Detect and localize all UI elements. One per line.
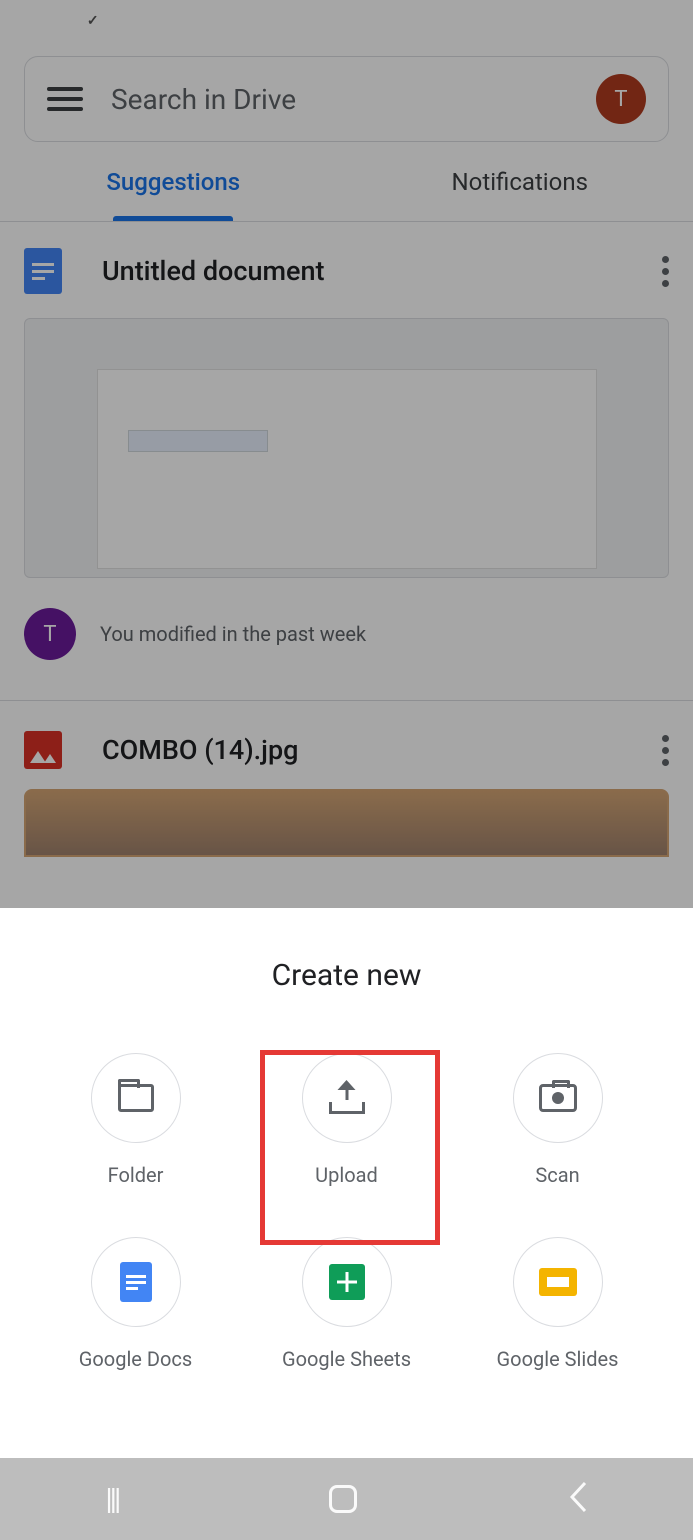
status-time: 20:45 bbox=[20, 9, 75, 34]
more-options-icon[interactable] bbox=[662, 735, 669, 766]
slides-icon bbox=[539, 1268, 577, 1296]
sheets-icon bbox=[329, 1264, 365, 1300]
camera-icon bbox=[539, 1084, 577, 1112]
file-meta: You modified in the past week bbox=[100, 622, 366, 646]
file-preview[interactable] bbox=[24, 789, 669, 857]
tab-bar: Suggestions Notifications bbox=[0, 142, 693, 222]
file-item[interactable]: Untitled document T You modified in the … bbox=[0, 222, 693, 660]
file-preview[interactable] bbox=[24, 318, 669, 578]
image-file-icon bbox=[24, 731, 62, 769]
checkbox-icon: ✓ bbox=[83, 12, 103, 31]
docs-icon bbox=[120, 1262, 152, 1302]
modifier-avatar: T bbox=[24, 608, 76, 660]
create-sheets-button[interactable]: Google Sheets bbox=[241, 1237, 452, 1371]
recents-button[interactable]: ||| bbox=[105, 1482, 118, 1517]
network-icon: 4G bbox=[575, 16, 590, 26]
sheet-title: Create new bbox=[30, 958, 663, 993]
signal-icon bbox=[596, 12, 614, 30]
create-docs-button[interactable]: Google Docs bbox=[30, 1237, 241, 1371]
menu-icon[interactable] bbox=[47, 87, 83, 111]
create-slides-button[interactable]: Google Slides bbox=[452, 1237, 663, 1371]
folder-icon bbox=[118, 1084, 154, 1112]
file-title: COMBO (14).jpg bbox=[102, 734, 622, 766]
search-bar[interactable]: Search in Drive T bbox=[24, 56, 669, 142]
more-options-icon[interactable] bbox=[662, 256, 669, 287]
navigation-bar: ||| bbox=[0, 1458, 693, 1540]
tab-notifications[interactable]: Notifications bbox=[347, 142, 693, 221]
battery-icon bbox=[659, 10, 673, 32]
docs-file-icon bbox=[24, 248, 62, 294]
back-button[interactable] bbox=[568, 1480, 588, 1518]
status-bar: 20:45 ✓ 4G 79% bbox=[0, 0, 693, 42]
tab-suggestions[interactable]: Suggestions bbox=[0, 142, 347, 221]
create-upload-button[interactable]: Upload bbox=[241, 1053, 452, 1187]
create-new-sheet: Create new Folder Upload Scan Google Doc… bbox=[0, 908, 693, 1458]
create-scan-button[interactable]: Scan bbox=[452, 1053, 663, 1187]
home-button[interactable] bbox=[329, 1485, 357, 1513]
file-title: Untitled document bbox=[102, 255, 622, 287]
upload-icon bbox=[329, 1082, 365, 1114]
battery-percent: 79% bbox=[620, 11, 653, 32]
file-item[interactable]: COMBO (14).jpg bbox=[0, 700, 693, 857]
search-placeholder: Search in Drive bbox=[111, 83, 568, 116]
account-avatar[interactable]: T bbox=[596, 74, 646, 124]
create-folder-button[interactable]: Folder bbox=[30, 1053, 241, 1187]
